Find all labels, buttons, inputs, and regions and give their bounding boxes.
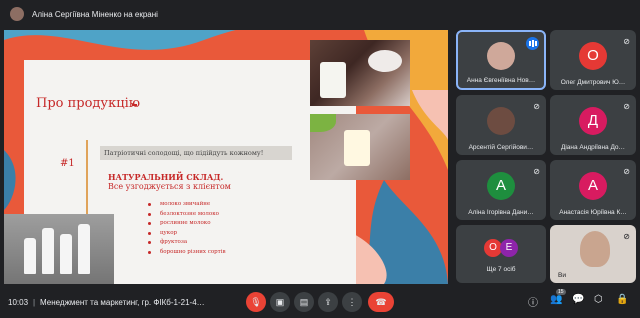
milk-photo-grain (310, 114, 410, 180)
ingredient-list: молоко звичайне безлоктозне молоко росли… (148, 200, 226, 257)
avatar: А (579, 172, 607, 200)
presenter-banner: Аліна Сергіївна Міненко на екрані (0, 0, 640, 28)
list-item: рослинне молоко (148, 219, 226, 229)
list-item: цукор (148, 229, 226, 239)
self-view-tile[interactable]: ⊘ Ви (550, 225, 636, 283)
mic-toggle-button[interactable]: 🎙 (246, 292, 266, 312)
present-icon: ⇪ (324, 297, 332, 307)
participant-tile-anastasiia[interactable]: ⊘ А Анастасія Юріївна К… (550, 160, 636, 220)
mic-muted-icon: ⊘ (623, 232, 630, 241)
more-participants-tile[interactable]: О Е Ще 7 осіб (456, 225, 546, 283)
mic-muted-icon: ⊘ (623, 37, 630, 46)
meeting-title: Менеджмент та маркетинг, гр. ФІКб-1-21-4… (40, 297, 205, 307)
slide-subtitle: НАТУРАЛЬНИЙ СКЛАД. (108, 172, 224, 182)
avatar: А (487, 172, 515, 200)
people-icon[interactable]: 👥 (550, 294, 562, 305)
mic-off-icon: 🎙 (250, 297, 262, 307)
list-item: борошно різних сортів (148, 248, 226, 258)
avatar: Д (579, 107, 607, 135)
slide-title: Про продукцію (36, 96, 141, 111)
clock: 10:03 (8, 297, 29, 307)
hang-up-icon: ☎ (375, 297, 387, 307)
participant-tile-alina[interactable]: ⊘ А Аліна Ігорівна Дани… (456, 160, 546, 220)
participant-tile-anna[interactable]: Анна Євгеніївна Нов… (456, 30, 546, 90)
more-participants-label: Ще 7 осіб (486, 266, 516, 273)
info-icon[interactable]: ⓘ (528, 294, 538, 309)
presenter-avatar (10, 7, 24, 21)
avatar (487, 107, 515, 135)
more-vert-icon: ⋮ (347, 297, 357, 307)
self-video (580, 231, 610, 267)
mic-muted-icon: ⊘ (533, 167, 540, 176)
speaking-indicator-icon (526, 37, 539, 50)
participant-name: Арсентій Сергійови… (468, 144, 534, 151)
more-options-button[interactable]: ⋮ (342, 292, 362, 312)
end-call-button[interactable]: ☎ (368, 292, 394, 312)
avatar (487, 42, 515, 70)
mic-muted-icon: ⊘ (533, 102, 540, 111)
participant-tile-arsentii[interactable]: ⊘ Арсентій Сергійови… (456, 95, 546, 155)
list-item: молоко звичайне (148, 200, 226, 210)
mic-muted-icon: ⊘ (623, 102, 630, 111)
avatar: О (579, 42, 607, 70)
chat-icon[interactable]: 💬 (572, 294, 584, 305)
participant-name: Аліна Ігорівна Дани… (468, 209, 534, 216)
list-item: безлоктозне молоко (148, 210, 226, 220)
separator: | (33, 297, 36, 307)
milk-bottles-photo (4, 214, 114, 284)
host-controls-icon[interactable]: 🔒 (616, 294, 628, 305)
present-button[interactable]: ⇪ (318, 292, 338, 312)
participant-tile-diana[interactable]: ⊘ Д Діана Андріївна До… (550, 95, 636, 155)
captions-button[interactable]: ▤ (294, 292, 314, 312)
participant-name: Анастасія Юріївна К… (559, 209, 627, 216)
activities-icon[interactable]: ⬡ (594, 294, 603, 305)
milk-photo-coconut (310, 40, 410, 106)
self-label: Ви (558, 272, 566, 279)
camera-toggle-button[interactable]: ▣ (270, 292, 290, 312)
participant-name: Анна Євгеніївна Нов… (466, 77, 536, 84)
title-dash (132, 104, 137, 106)
participant-name: Діана Андріївна До… (560, 144, 626, 151)
slide-number: #1 (60, 158, 75, 169)
presenter-label: Аліна Сергіївна Міненко на екрані (32, 9, 158, 19)
bottom-toolbar: 10:03 | Менеджмент та маркетинг, гр. ФІК… (0, 286, 640, 318)
participant-name: Олег Дмитрович Ю… (560, 79, 626, 86)
captions-icon: ▤ (299, 297, 309, 307)
slide-tagline: Патріотичні солодощі, що підійдуть кожно… (100, 146, 292, 160)
mic-muted-icon: ⊘ (623, 167, 630, 176)
camera-icon: ▣ (275, 297, 285, 307)
slide-subtitle-2: Все узгоджується з клієнтом (108, 182, 231, 191)
avatar: Е (500, 239, 518, 257)
list-item: фруктоза (148, 238, 226, 248)
participant-tile-oleh[interactable]: ⊘ О Олег Дмитрович Ю… (550, 30, 636, 90)
people-count-badge: 15 (556, 289, 566, 295)
presentation-stage[interactable]: Про продукцію Патріотичні солодощі, що п… (4, 30, 448, 284)
